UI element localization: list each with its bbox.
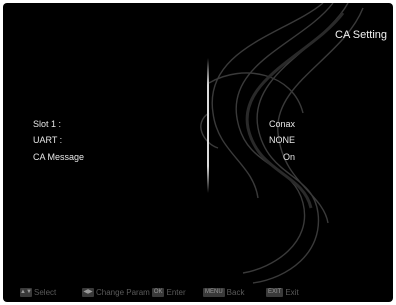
setting-row-uart[interactable]: UART : NONE: [33, 135, 295, 148]
footer-back: MENU Back: [203, 288, 244, 297]
select-label: Select: [34, 288, 57, 297]
setting-row-slot1[interactable]: Slot 1 : Conax: [33, 119, 295, 132]
footer-change: ◀▶ Change Param OK Enter: [82, 288, 186, 297]
footer-exit: EXIT Exit: [266, 288, 299, 297]
ca-message-label: CA Message: [33, 152, 85, 162]
uart-value: NONE: [268, 135, 295, 145]
ca-message-value: On: [282, 152, 295, 162]
setting-row-ca-message[interactable]: CA Message On: [33, 152, 295, 165]
slot1-value: Conax: [268, 119, 295, 129]
footer-hint-bar: ▲▼ Select ◀▶ Change Param OK Enter MENU …: [3, 286, 393, 300]
exit-key-icon: EXIT: [266, 288, 284, 297]
exit-label: Exit: [285, 288, 299, 297]
change-label: Change Param: [96, 288, 150, 297]
left-right-arrow-icon: ◀▶: [82, 288, 94, 297]
slot1-label: Slot 1 :: [33, 119, 62, 129]
menu-key-icon: MENU: [203, 288, 225, 297]
ok-key-icon: OK: [151, 288, 165, 297]
footer-select: ▲▼ Select: [20, 288, 56, 297]
tv-screen: CA Setting Slot 1 : Conax UART : NONE CA…: [3, 3, 393, 302]
page-title: CA Setting: [335, 29, 387, 41]
back-label: Back: [226, 288, 245, 297]
up-down-arrow-icon: ▲▼: [20, 288, 32, 297]
enter-label: Enter: [166, 288, 186, 297]
uart-label: UART :: [33, 135, 63, 145]
